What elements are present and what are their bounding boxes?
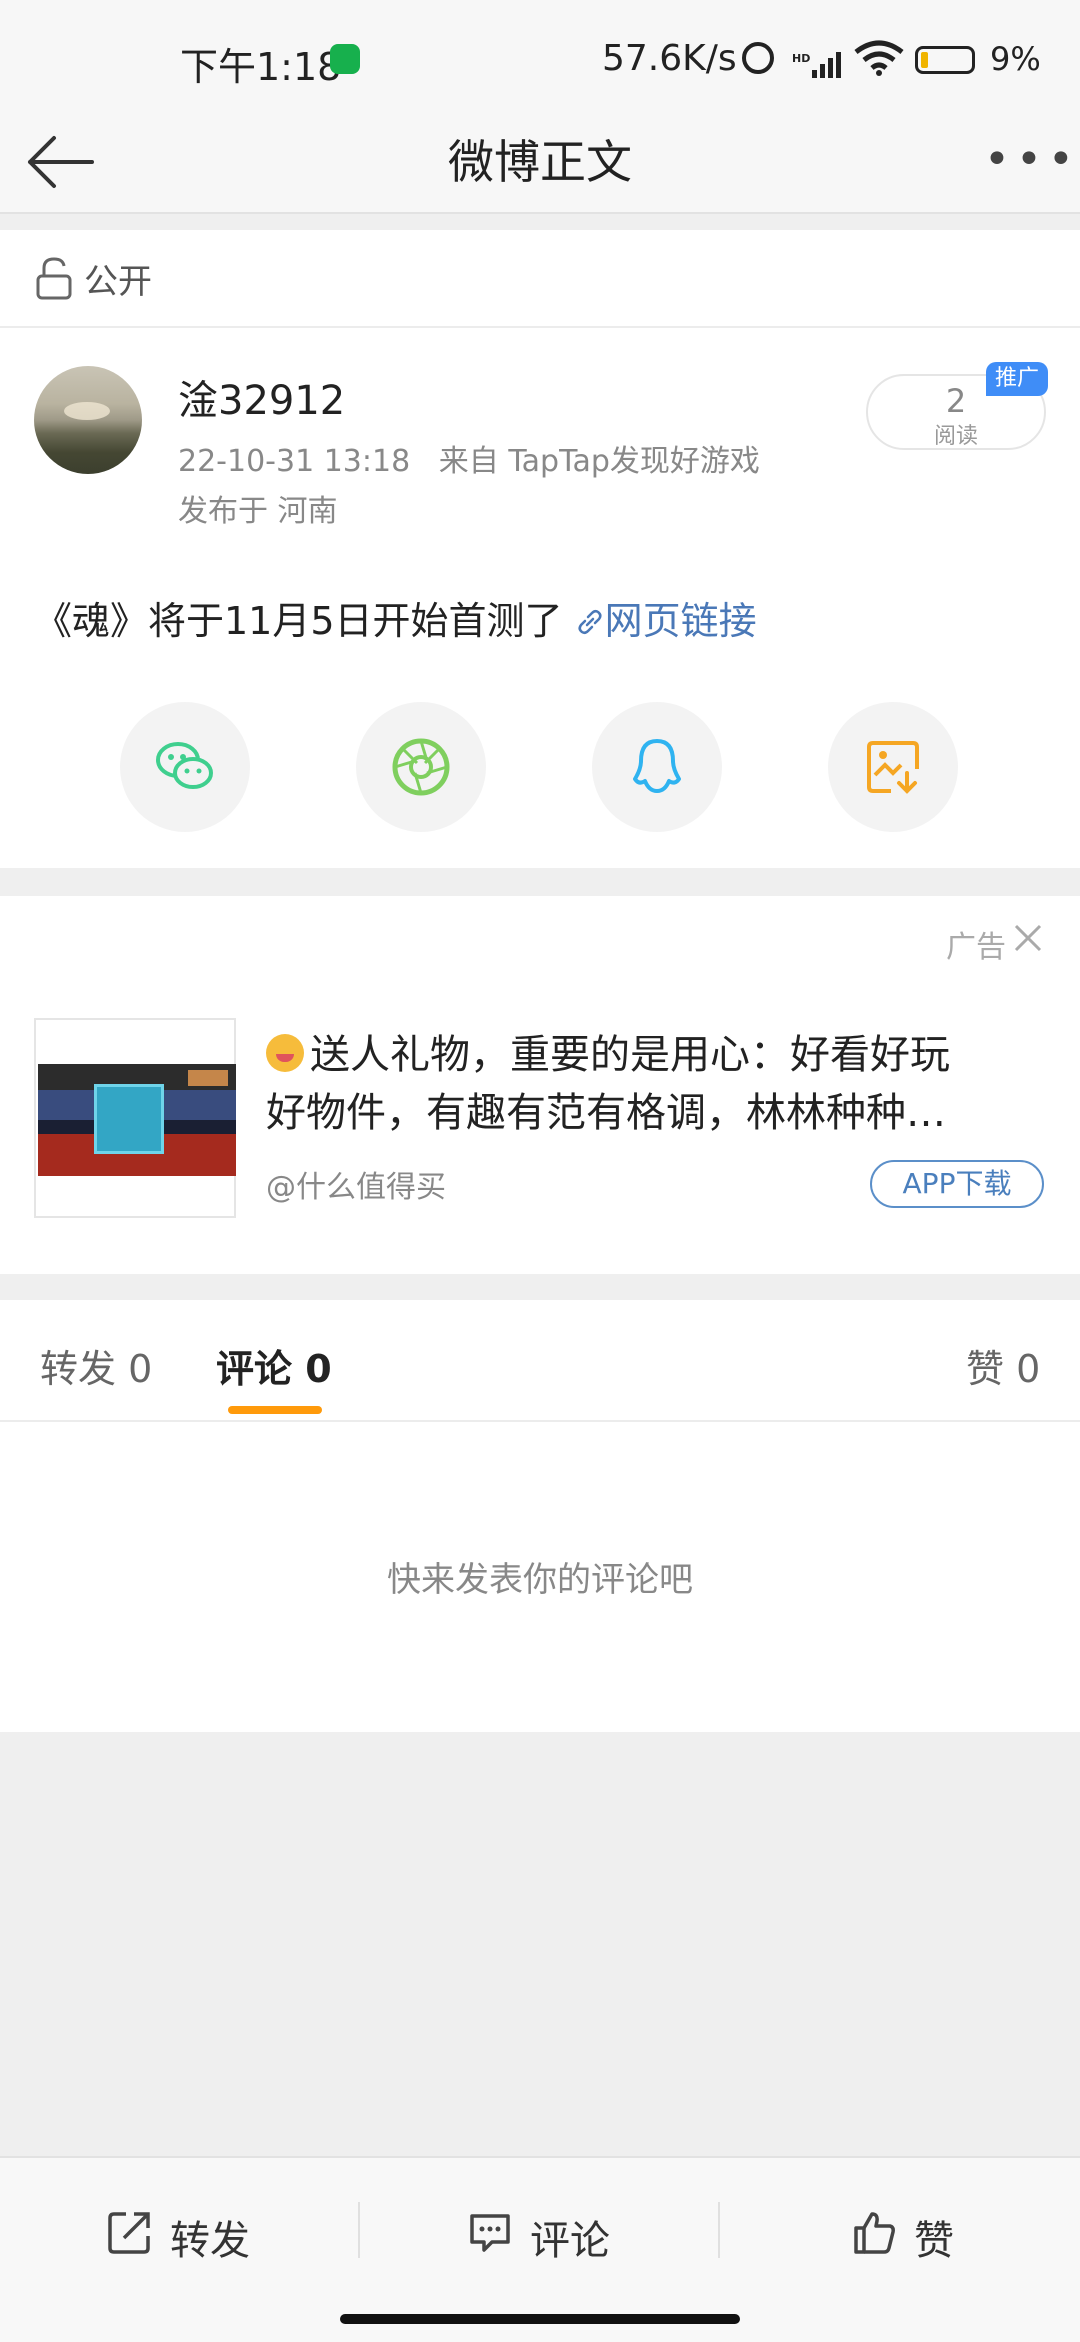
post-content: 《魂》将于11月5日开始首测了 网页链接 (34, 590, 757, 645)
promo-badge[interactable]: 推广 (986, 362, 1048, 396)
arrow-left-icon[interactable] (24, 130, 96, 194)
post-card: 淦32912 22-10-31 13:18 来自 TapTap发现好游戏 发布于… (0, 328, 1080, 868)
share-moments-button[interactable] (356, 702, 486, 832)
nav-bar: 微博正文 ••• (0, 112, 1080, 214)
tab-repost[interactable]: 转发 0 (40, 1338, 152, 1393)
comment-button[interactable]: 评论 (466, 2202, 646, 2266)
web-link-label[interactable]: 网页链接 (605, 599, 757, 643)
home-indicator[interactable] (340, 2314, 740, 2324)
tab-likes[interactable]: 赞 0 (966, 1338, 1040, 1393)
post-text: 《魂》将于11月5日开始首测了 (34, 599, 563, 643)
page-title: 微博正文 (448, 135, 632, 189)
visibility-label: 公开 (84, 262, 152, 302)
battery-percent: 9% (990, 40, 1041, 78)
ad-image (38, 1064, 236, 1176)
smile-emoji-icon (266, 1034, 304, 1072)
comments-empty-text: 快来发表你的评论吧 (387, 1560, 693, 1600)
post-location: 发布于 河南 (178, 494, 338, 529)
repost-button[interactable]: 转发 (106, 2202, 286, 2266)
divider (718, 2202, 720, 2258)
battery-level (921, 52, 928, 68)
svg-text:HD: HD (792, 52, 810, 65)
avatar[interactable] (34, 366, 142, 474)
share-qq-button[interactable] (592, 702, 722, 832)
divider (358, 2202, 360, 2258)
post-meta: 22-10-31 13:18 来自 TapTap发现好游戏 (178, 436, 760, 480)
wechat-icon (156, 742, 213, 789)
ad-card[interactable]: 广告 送人礼物，重要的是用心：好看好玩 好物件，有趣有范有格调，林林种种… @什… (0, 896, 1080, 1274)
web-link[interactable]: 网页链接 (575, 599, 757, 643)
wifi-icon (854, 40, 904, 76)
avatar-image (64, 402, 110, 420)
alarm-icon (742, 42, 774, 74)
tab-comments[interactable]: 评论 0 (216, 1338, 332, 1393)
save-image-icon (867, 741, 919, 794)
thumbs-up-icon (854, 2212, 895, 2254)
app-download-button[interactable]: APP下载 (870, 1160, 1044, 1208)
ad-headline-line1[interactable]: 送人礼物，重要的是用心：好看好玩 (310, 1022, 950, 1080)
share-wechat-button[interactable] (120, 702, 250, 832)
repost-icon (108, 2212, 150, 2254)
username[interactable]: 淦32912 (178, 368, 345, 426)
visibility-row: 公开 (0, 230, 1080, 328)
read-label: 阅读 (933, 424, 978, 449)
comment-icon (470, 2214, 510, 2252)
post-timestamp: 22-10-31 13:18 (178, 444, 411, 479)
moments-icon (392, 738, 450, 796)
status-bar: 下午1:18 57.6K/s HD 9% (0, 0, 1080, 112)
like-button[interactable]: 赞 (850, 2202, 990, 2266)
close-icon[interactable] (1012, 922, 1044, 954)
status-time: 下午1:18 (180, 45, 342, 89)
ad-label: 广告 (946, 930, 1006, 965)
ad-thumbnail[interactable] (34, 1018, 236, 1218)
shield-icon (330, 44, 360, 74)
network-speed: 57.6K/s (602, 38, 737, 79)
hd-signal-icon: HD (792, 52, 841, 78)
qq-icon (633, 739, 681, 793)
unlock-icon (36, 257, 72, 300)
post-source[interactable]: 来自 TapTap发现好游戏 (439, 444, 760, 479)
comments-section: 快来发表你的评论吧 (0, 1422, 1080, 1732)
repost-label: 转发 (170, 2218, 250, 2264)
ad-headline-line2[interactable]: 好物件，有趣有范有格调，林林种种… (266, 1080, 946, 1138)
ad-source: @什么值得买 (266, 1170, 446, 1205)
more-dots-icon[interactable]: ••• (984, 138, 1074, 182)
battery-icon (915, 46, 975, 74)
comment-label: 评论 (530, 2218, 610, 2264)
interaction-tabs: 转发 0 评论 0 赞 0 (0, 1300, 1080, 1422)
like-label: 赞 (914, 2218, 954, 2264)
save-image-button[interactable] (828, 702, 958, 832)
active-tab-indicator (228, 1406, 322, 1414)
link-icon (578, 609, 602, 635)
